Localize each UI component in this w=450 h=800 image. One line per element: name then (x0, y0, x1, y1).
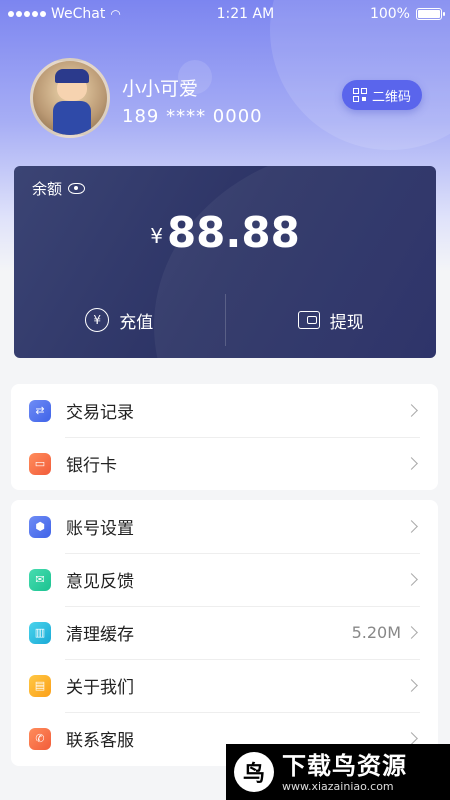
chevron-right-icon (405, 457, 418, 470)
battery-icon (415, 8, 445, 20)
eye-icon[interactable] (68, 183, 86, 194)
list-item-account-settings[interactable]: ⬢ 账号设置 (11, 500, 438, 553)
qr-code-button[interactable]: 二维码 (342, 80, 422, 110)
chevron-right-icon (405, 573, 418, 586)
trash-icon: ▥ (29, 621, 51, 644)
watermark-banner: 鸟 下载鸟资源 www.xiazainiao.com (226, 744, 450, 800)
list-item-transactions[interactable]: ⇄ 交易记录 (11, 384, 438, 437)
settings-icon: ⬢ (29, 515, 51, 538)
withdraw-label: 提现 (329, 312, 364, 333)
chevron-right-icon (405, 626, 418, 639)
status-bar: WeChat ◠ 1:21 AM 100% (0, 0, 450, 28)
chevron-right-icon (405, 520, 418, 533)
item-label: 账号设置 (66, 519, 134, 539)
balance-label: 余额 (32, 180, 63, 198)
avatar[interactable] (30, 58, 110, 138)
info-icon: ▤ (29, 674, 51, 697)
recharge-button[interactable]: ¥ 充值 (14, 294, 225, 346)
card-icon: ▭ (29, 452, 51, 475)
cache-size: 5.20M (351, 623, 401, 642)
list-item-bank-card[interactable]: ▭ 银行卡 (11, 437, 438, 490)
balance-label-row: 余额 (32, 178, 86, 199)
item-label: 清理缓存 (66, 625, 134, 645)
phone-icon: ✆ (29, 727, 51, 750)
chevron-right-icon (405, 679, 418, 692)
signal-icon (8, 11, 46, 17)
qr-code-label: 二维码 (371, 89, 411, 105)
username: 小小可爱 (122, 78, 199, 100)
item-label: 交易记录 (66, 403, 134, 423)
watermark-url: www.xiazainiao.com (282, 779, 394, 793)
watermark-title: 下载鸟资源 (282, 751, 407, 780)
list-item-clear-cache[interactable]: ▥ 清理缓存 5.20M (11, 606, 438, 659)
chevron-right-icon (405, 732, 418, 745)
phone-number: 189 **** 0000 (122, 106, 263, 127)
balance-value: 88.88 (166, 208, 300, 257)
chevron-right-icon (405, 404, 418, 417)
status-time: 1:21 AM (216, 6, 275, 22)
balance-amount: ¥88.88 (14, 208, 436, 257)
withdraw-button[interactable]: 提现 (226, 294, 437, 346)
list-item-about-us[interactable]: ▤ 关于我们 (11, 659, 438, 712)
wifi-icon: ◠ (110, 7, 121, 21)
item-label: 银行卡 (66, 456, 117, 476)
wallet-icon (297, 311, 320, 329)
mail-icon: ✉ (29, 568, 51, 591)
currency-symbol: ¥ (150, 224, 163, 248)
carrier-label: WeChat (51, 6, 106, 22)
bird-logo-icon: 鸟 (234, 752, 274, 792)
exchange-icon: ⇄ (29, 399, 51, 422)
qr-code-icon (352, 88, 367, 102)
yen-icon: ¥ (85, 308, 110, 332)
item-label: 关于我们 (66, 678, 134, 698)
item-label: 意见反馈 (66, 572, 134, 592)
list-item-feedback[interactable]: ✉ 意见反馈 (11, 553, 438, 606)
menu-group-finance: ⇄ 交易记录 ▭ 银行卡 (11, 384, 438, 490)
recharge-label: 充值 (119, 312, 154, 333)
balance-card: 余额 ¥88.88 ¥ 充值 提现 (14, 166, 436, 358)
battery-percent: 100% (369, 6, 410, 22)
menu-group-settings: ⬢ 账号设置 ✉ 意见反馈 ▥ 清理缓存 5.20M ▤ 关于我们 ✆ 联系客服 (11, 500, 438, 766)
